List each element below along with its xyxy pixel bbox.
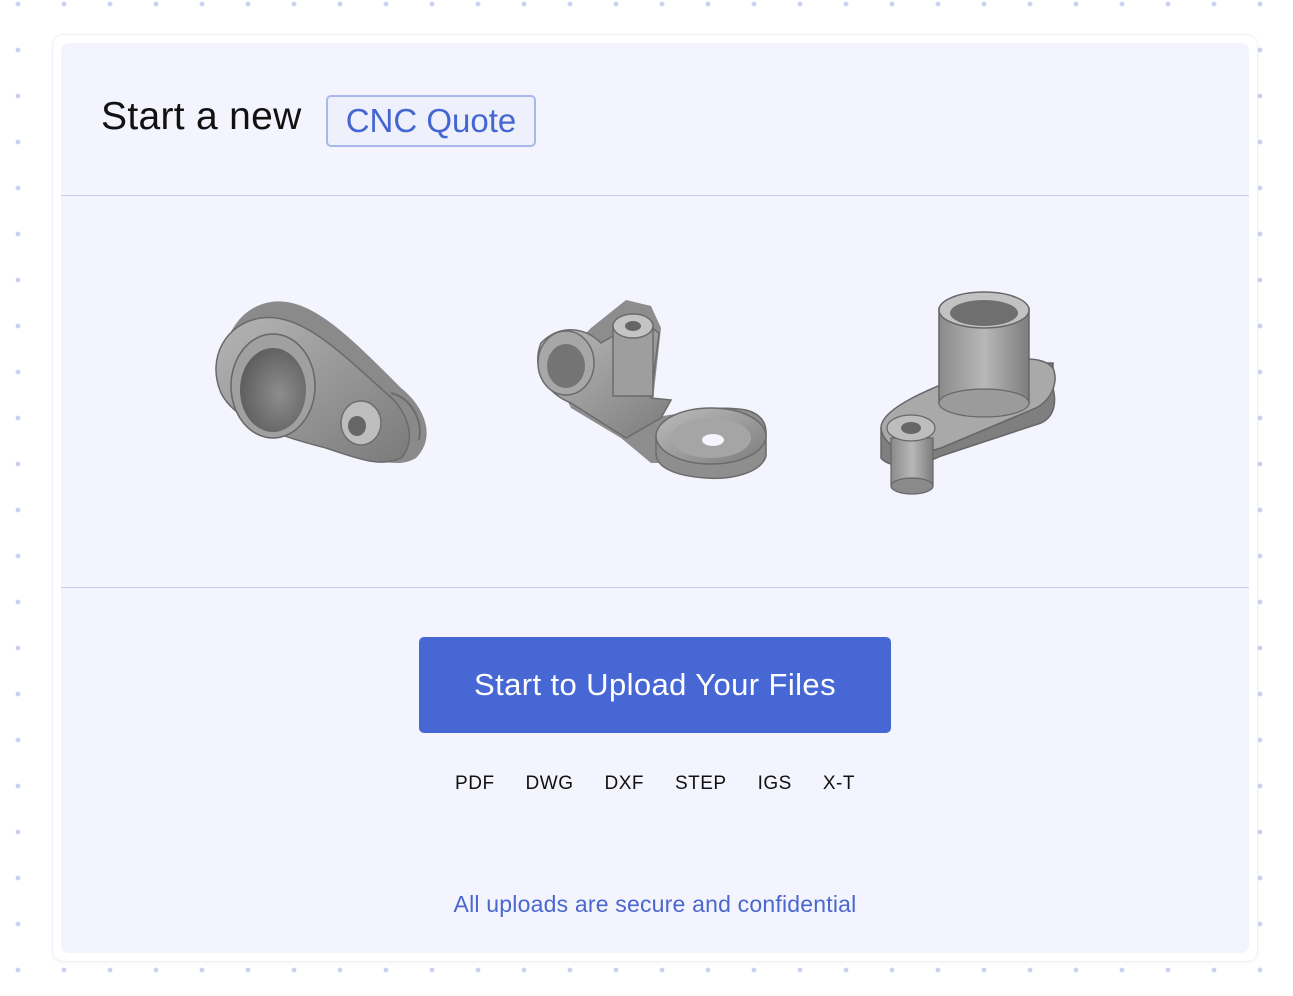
card-header: Start a new CNC Quote <box>61 43 1249 195</box>
format-label: STEP <box>674 773 727 794</box>
format-label: DXF <box>604 773 644 794</box>
quote-type-badge: CNC Quote <box>326 95 536 147</box>
format-label: PDF <box>455 773 495 794</box>
cnc-part-cam-lever-icon <box>215 301 427 464</box>
format-label: IGS <box>757 773 792 794</box>
security-note: All uploads are secure and confidential <box>453 891 857 917</box>
page-title: Start a new <box>101 95 302 138</box>
cnc-part-bracket-arm-icon <box>537 300 767 480</box>
upload-files-button[interactable]: Start to Upload Your Files <box>419 637 891 733</box>
quote-card: Start a new CNC Quote Start to Upload Yo… <box>61 43 1249 953</box>
cnc-part-flanged-bushing-icon <box>880 291 1056 495</box>
supported-formats-list: PDF DWG DXF STEP IGS X-T <box>61 773 1249 803</box>
gallery-divider <box>61 587 1249 588</box>
format-label: X-T <box>822 773 855 794</box>
format-label: DWG <box>525 773 574 794</box>
parts-gallery <box>61 196 1249 587</box>
